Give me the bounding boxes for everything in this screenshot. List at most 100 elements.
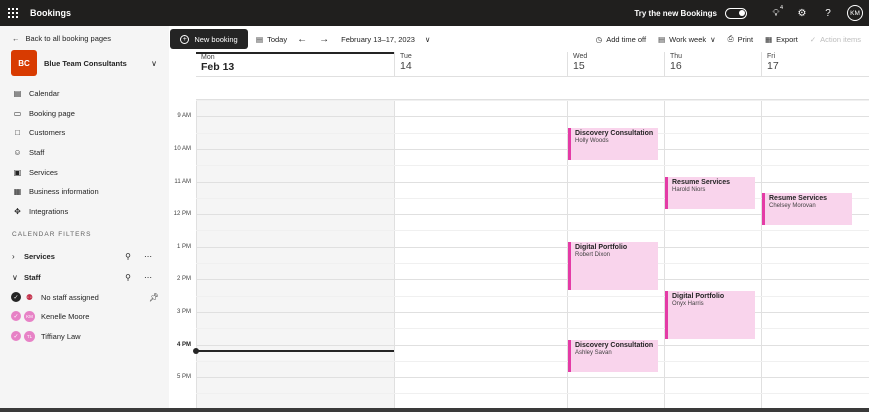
view-selector[interactable]: ▤ Work week ∨ xyxy=(658,35,716,44)
next-week-button[interactable]: → xyxy=(319,34,329,45)
all-day-row[interactable] xyxy=(196,76,869,100)
hour-gridline xyxy=(196,279,869,281)
day-number: 15 xyxy=(573,60,585,72)
calendar-filters-heading: CALENDAR FILTERS xyxy=(12,231,92,238)
day-name: Fri xyxy=(767,53,776,60)
hour-gridline xyxy=(196,100,869,101)
date-range-label: February 13–17, 2023 xyxy=(341,34,415,44)
sidebar-nav: ▤ Calendar ▭ Booking page □ Customers ☺ … xyxy=(13,84,99,222)
lightbulb-icon: 💡︎ xyxy=(772,7,780,19)
day-header-fri[interactable]: Fri 17 xyxy=(761,52,869,76)
checkbox-checked-icon[interactable]: ✓ xyxy=(11,331,21,341)
booking-event[interactable]: Discovery Consultation Ashley Savan xyxy=(568,339,658,372)
pin-icon[interactable]: 📌︎ xyxy=(149,293,159,302)
sidebar-item-label: Calendar xyxy=(29,89,60,99)
org-logo: BC xyxy=(11,50,37,76)
back-to-booking-pages-link[interactable]: ← Back to all booking pages xyxy=(12,34,111,43)
new-booking-label: New booking xyxy=(194,34,238,44)
day-header-tue[interactable]: Tue 14 xyxy=(394,52,567,76)
business-information-icon: ▦ xyxy=(13,187,22,197)
try-new-bookings-toggle[interactable] xyxy=(725,7,747,19)
calendar-grid[interactable]: Discovery Consultation Holly Woods Resume … xyxy=(193,100,869,412)
no-staff-icon: ⚉ xyxy=(25,292,34,302)
staff-item-kenelle-moore[interactable]: ✓ KM Kenelle Moore xyxy=(11,307,159,325)
printer-icon: ⎙ xyxy=(727,34,734,43)
tips-button[interactable]: 💡︎ 4 xyxy=(763,0,789,26)
event-customer: Holly Woods xyxy=(575,138,609,145)
event-title: Digital Portfolio xyxy=(575,244,628,252)
sidebar-item-business-information[interactable]: ▦ Business information xyxy=(13,182,99,202)
day-number: 16 xyxy=(670,60,682,72)
app-launcher-button[interactable] xyxy=(0,0,26,26)
day-column[interactable] xyxy=(196,100,394,412)
previous-week-button[interactable]: ← xyxy=(297,34,307,45)
day-number: 17 xyxy=(767,60,779,72)
hour-gridline xyxy=(196,393,869,395)
view-label: Work week xyxy=(669,34,707,44)
event-title: Resume Services xyxy=(672,178,730,186)
search-icon[interactable]: ⚲ xyxy=(118,273,138,282)
today-button[interactable]: ▤ Today xyxy=(256,35,287,44)
time-label: 4 PM xyxy=(176,341,191,348)
hour-gridline xyxy=(196,181,869,183)
chevron-down-icon: ∨ xyxy=(710,34,716,44)
services-filter[interactable]: › Services ⚲ ⋯ xyxy=(12,248,158,264)
print-button[interactable]: ⎙ Print xyxy=(728,34,753,44)
sidebar-item-staff[interactable]: ☺ Staff xyxy=(13,143,99,163)
search-icon[interactable]: ⚲ xyxy=(118,252,138,261)
date-range-picker[interactable]: February 13–17, 2023 ∨ xyxy=(341,35,430,44)
hour-gridline xyxy=(196,230,869,232)
booking-event[interactable]: Resume Services Chelsey Morovan xyxy=(762,193,852,225)
add-time-off-button[interactable]: ◷ Add time off xyxy=(596,35,646,44)
calendar-view: Mon Feb 13 Tue 14 Wed 15 Thu 16 Fri 17 Discovery … xyxy=(169,52,869,412)
booking-event[interactable]: Digital Portfolio Onyx Harris xyxy=(665,291,755,339)
more-options-icon[interactable]: ⋯ xyxy=(138,273,158,282)
sidebar-item-services[interactable]: ▣ Services xyxy=(13,162,99,182)
sidebar-item-calendar[interactable]: ▤ Calendar xyxy=(13,84,99,104)
org-switcher[interactable]: BC Blue Team Consultants ∨ xyxy=(11,50,161,76)
user-avatar[interactable]: KM xyxy=(847,5,863,21)
back-link-label: Back to all booking pages xyxy=(25,34,111,43)
horizontal-scrollbar[interactable] xyxy=(0,408,869,412)
booking-event[interactable]: Digital Portfolio Robert Dixon xyxy=(568,242,658,291)
event-title: Digital Portfolio xyxy=(672,293,725,301)
hour-gridline xyxy=(196,344,869,346)
sidebar-item-label: Services xyxy=(29,167,58,177)
integrations-icon: ✥ xyxy=(14,206,21,216)
hour-gridline xyxy=(196,263,869,264)
sidebar-item-label: Integrations xyxy=(29,206,69,216)
staff-item-no-staff[interactable]: ✓ ⚉ No staff assigned 📌︎ xyxy=(11,288,159,306)
sidebar-item-customers[interactable]: □ Customers xyxy=(13,123,99,143)
org-name: Blue Team Consultants xyxy=(44,58,127,68)
add-time-off-label: Add time off xyxy=(606,34,647,44)
day-column[interactable] xyxy=(761,100,869,412)
event-title: Resume Services xyxy=(769,195,827,203)
day-header-thu[interactable]: Thu 16 xyxy=(664,52,761,76)
booking-event[interactable]: Discovery Consultation Holly Woods xyxy=(568,128,658,160)
day-column[interactable] xyxy=(664,100,761,412)
booking-event[interactable]: Resume Services Harold Niors xyxy=(665,176,755,209)
checkbox-checked-icon[interactable]: ✓ xyxy=(11,311,21,321)
time-label: 10 AM xyxy=(173,145,191,152)
hour-gridline xyxy=(196,116,869,118)
staff-filter[interactable]: ∨ Staff ⚲ ⋯ xyxy=(12,269,158,285)
export-button[interactable]: ▦ Export xyxy=(765,35,798,44)
new-booking-button[interactable]: + New booking xyxy=(170,29,248,49)
chevron-right-icon: › xyxy=(12,251,15,261)
day-column[interactable] xyxy=(394,100,567,412)
help-button[interactable]: ? xyxy=(815,0,841,26)
checkbox-checked-icon[interactable]: ✓ xyxy=(11,292,21,302)
services-filter-label: Services xyxy=(24,251,55,261)
more-options-icon[interactable]: ⋯ xyxy=(138,252,158,261)
sidebar-item-integrations[interactable]: ✥ Integrations xyxy=(13,202,99,222)
sidebar-item-booking-page[interactable]: ▭ Booking page xyxy=(13,104,99,124)
day-header-mon[interactable]: Mon Feb 13 xyxy=(196,52,394,76)
action-items-button[interactable]: ✓ Action items xyxy=(810,35,861,44)
event-customer: Robert Dixon xyxy=(575,252,611,259)
gear-icon: ⚙ xyxy=(797,7,807,19)
staff-item-tiffiany-law[interactable]: ✓ TL Tiffiany Law xyxy=(11,327,159,345)
export-icon: ▦ xyxy=(765,34,773,44)
settings-button[interactable]: ⚙ xyxy=(789,0,815,26)
top-bar: Bookings Try the new Bookings 💡︎ 4 ⚙ ? K… xyxy=(0,0,869,26)
day-header-wed[interactable]: Wed 15 xyxy=(567,52,664,76)
